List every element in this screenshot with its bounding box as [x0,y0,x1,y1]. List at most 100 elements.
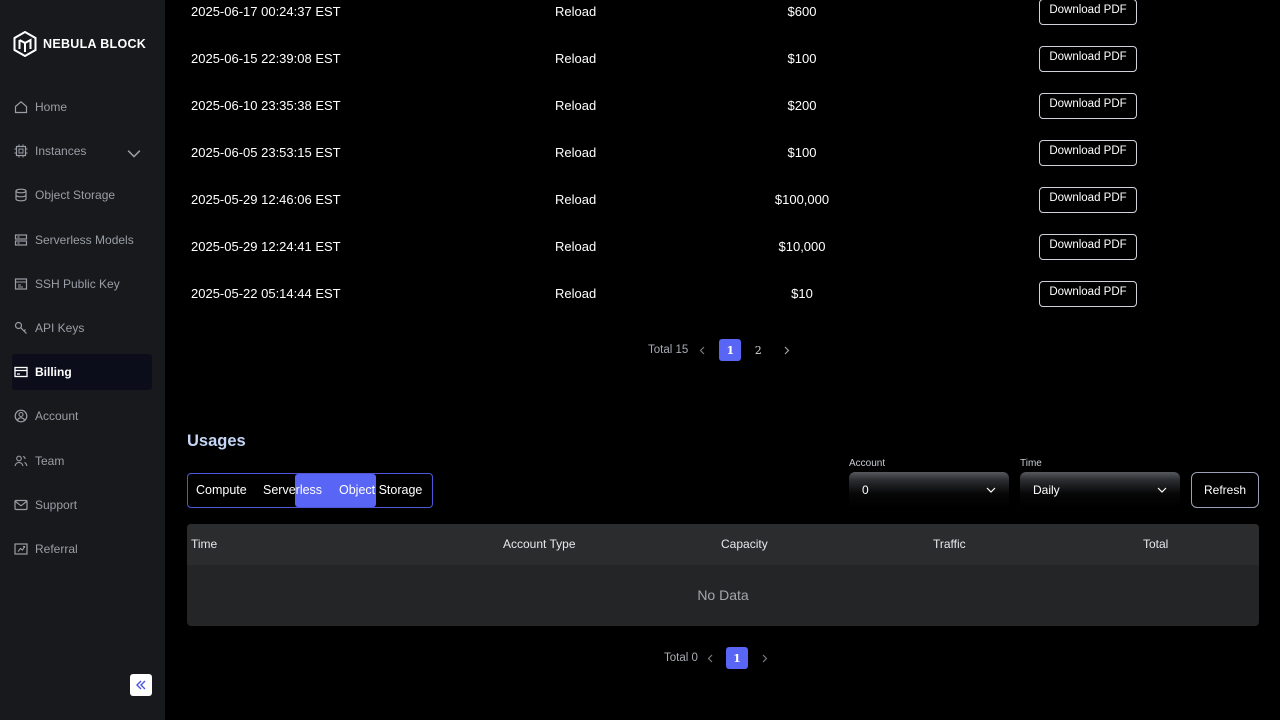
collapse-sidebar-button[interactable] [130,674,152,696]
mail-icon [14,499,28,511]
chevron-down-icon [986,487,996,493]
sidebar-item-label: Serverless Models [35,233,134,247]
row-time: 2025-06-05 23:53:15 EST [191,145,341,160]
time-label: Time [1020,458,1042,469]
sidebar-item-label: API Keys [35,321,85,335]
download-pdf-button[interactable]: Download PDF [1039,281,1137,307]
chevron-down-icon [1157,487,1167,493]
row-amount: $10 [791,286,813,301]
account-select[interactable]: 0 [849,472,1009,508]
row-time: 2025-06-15 22:39:08 EST [191,51,341,66]
download-pdf-button[interactable]: Download PDF [1039,187,1137,213]
row-type: Reload [555,286,597,301]
download-pdf-button[interactable]: Download PDF [1039,234,1137,260]
sidebar-item-api-keys[interactable]: API Keys [12,310,152,346]
row-type: Reload [555,4,597,19]
column-header-capacity[interactable]: Capacity [721,524,768,565]
key-icon [14,321,27,334]
table-row: 2025-05-29 12:24:41 EST Reload $10,000 D… [187,234,1259,282]
row-amount: $100 [787,145,817,160]
row-type: Reload [555,51,597,66]
refresh-button[interactable]: Refresh [1191,472,1259,508]
chevron-left-icon [708,654,713,662]
sidebar-item-label: Support [35,498,78,512]
row-amount: $600 [787,4,817,19]
database-icon [15,188,27,202]
column-header-account-type[interactable]: Account Type [503,524,576,565]
page-2-button[interactable]: 2 [747,339,769,361]
ssh-key-icon [14,278,28,290]
prev-page-button[interactable] [704,651,718,665]
sidebar-item-referral[interactable]: Referral [12,531,152,567]
prev-page-button[interactable] [695,343,709,357]
download-pdf-button[interactable]: Download PDF [1039,140,1137,166]
sidebar: NEBULA BLOCK Home Instances Object Stora… [0,0,165,720]
account-select-value: 0 [862,483,869,497]
nebula-block-logo-icon [13,31,37,57]
next-page-button[interactable] [779,343,793,357]
chevron-left-icon [699,346,705,354]
table-header: Time Account Type Capacity Traffic Total [187,524,1259,565]
time-select[interactable]: Daily [1020,472,1180,508]
billing-pagination: Total 15 1 2 [648,339,793,361]
double-chevron-left-icon [136,680,146,690]
sidebar-item-serverless-models[interactable]: Serverless Models [12,222,152,258]
column-header-time[interactable]: Time [191,524,217,565]
row-amount: $100 [787,51,817,66]
next-page-button[interactable] [758,651,772,665]
row-amount: $10,000 [778,239,826,254]
server-icon [14,234,28,246]
sidebar-item-label: Home [35,100,68,114]
usage-tabs: Compute Serverless Object Storage [187,473,433,508]
tab-serverless[interactable]: Serverless [263,474,322,507]
user-circle-icon [14,409,28,423]
empty-state-text: No Data [697,587,749,603]
table-row: 2025-05-22 05:14:44 EST Reload $10 Downl… [187,281,1259,329]
sidebar-item-billing[interactable]: Billing [12,354,152,390]
sidebar-item-account[interactable]: Account [12,398,152,434]
row-type: Reload [555,98,597,113]
download-pdf-button[interactable]: Download PDF [1039,46,1137,72]
row-time: 2025-05-22 05:14:44 EST [191,286,341,301]
download-pdf-button[interactable]: Download PDF [1039,93,1137,119]
tab-compute[interactable]: Compute [196,474,247,507]
page-1-button[interactable]: 1 [719,339,742,361]
sidebar-item-home[interactable]: Home [12,89,152,125]
page-1-button[interactable]: 1 [725,647,748,669]
row-type: Reload [555,239,597,254]
sidebar-item-label: Billing [35,365,72,379]
row-time: 2025-05-29 12:24:41 EST [191,239,341,254]
home-icon [14,101,28,114]
sidebar-item-ssh-public-key[interactable]: SSH Public Key [12,266,152,302]
team-icon [14,455,28,467]
chevron-right-icon [763,654,768,662]
column-header-total[interactable]: Total [1143,524,1168,565]
brand-logo[interactable]: NEBULA BLOCK [13,31,146,57]
sidebar-item-label: Instances [35,144,87,158]
chevron-right-icon [784,346,790,354]
time-select-value: Daily [1033,483,1060,497]
account-label: Account [849,458,886,469]
row-time: 2025-06-17 00:24:37 EST [191,4,341,19]
sidebar-item-label: Object Storage [35,188,116,202]
column-header-traffic[interactable]: Traffic [933,524,966,565]
table-row: 2025-06-05 23:53:15 EST Reload $100 Down… [187,140,1259,188]
pagination-total: Total 15 [648,344,689,356]
download-pdf-button[interactable]: Download PDF [1039,0,1137,25]
sidebar-item-instances[interactable]: Instances [12,133,152,169]
table-row: 2025-06-17 00:24:37 EST Reload $600 Down… [187,0,1259,47]
row-time: 2025-06-10 23:35:38 EST [191,98,341,113]
table-row: 2025-06-10 23:35:38 EST Reload $200 Down… [187,93,1259,141]
sidebar-item-object-storage[interactable]: Object Storage [12,177,152,213]
usages-title: Usages [187,432,246,450]
row-type: Reload [555,192,597,207]
row-amount: $100,000 [774,192,830,207]
sidebar-item-support[interactable]: Support [12,487,152,523]
sidebar-item-team[interactable]: Team [12,443,152,479]
sidebar-item-label: Team [35,454,65,468]
brand-name: NEBULA BLOCK [43,37,147,51]
usage-table: Time Account Type Capacity Traffic Total… [187,524,1259,626]
referral-icon [14,543,28,555]
tab-object-storage[interactable]: Object Storage [339,474,422,507]
chevron-down-icon[interactable] [127,146,141,160]
